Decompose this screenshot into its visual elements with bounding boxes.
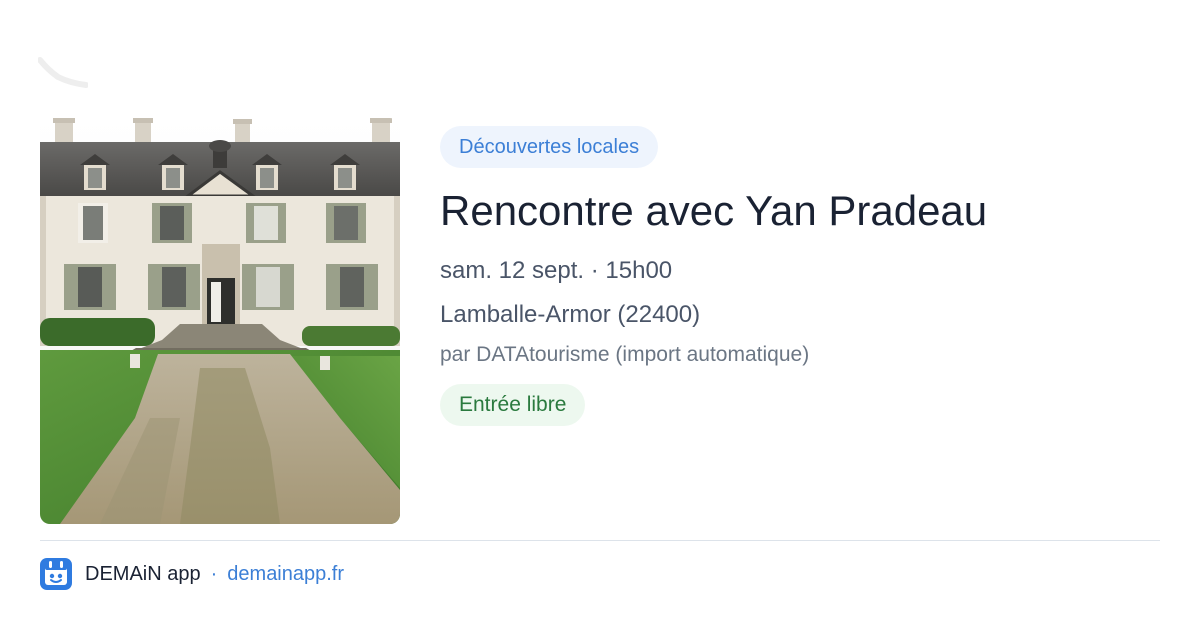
demain-app-logo-icon [40, 558, 72, 590]
footer-separator: · [210, 562, 218, 585]
event-share-card: Découvertes locales Rencontre avec Yan P… [0, 0, 1200, 630]
event-title: Rencontre avec Yan Pradeau [440, 187, 988, 234]
app-name: DEMAiN app [85, 562, 201, 585]
footer: DEMAiN app · demainapp.fr [40, 558, 344, 590]
event-location: Lamballe-Armor (22400) [440, 301, 701, 328]
chateau-photo [40, 118, 400, 524]
price-badge: Entrée libre [440, 384, 586, 426]
category-badge[interactable]: Découvertes locales [440, 126, 659, 168]
image-artifact [38, 57, 88, 88]
event-datetime: sam. 12 sept. · 15h00 [440, 257, 673, 284]
event-info: Découvertes locales Rencontre avec Yan P… [440, 126, 1160, 426]
event-source: par DATAtourisme (import automatique) [440, 343, 810, 366]
footer-divider [40, 540, 1160, 541]
app-url-link[interactable]: demainapp.fr [227, 563, 344, 586]
